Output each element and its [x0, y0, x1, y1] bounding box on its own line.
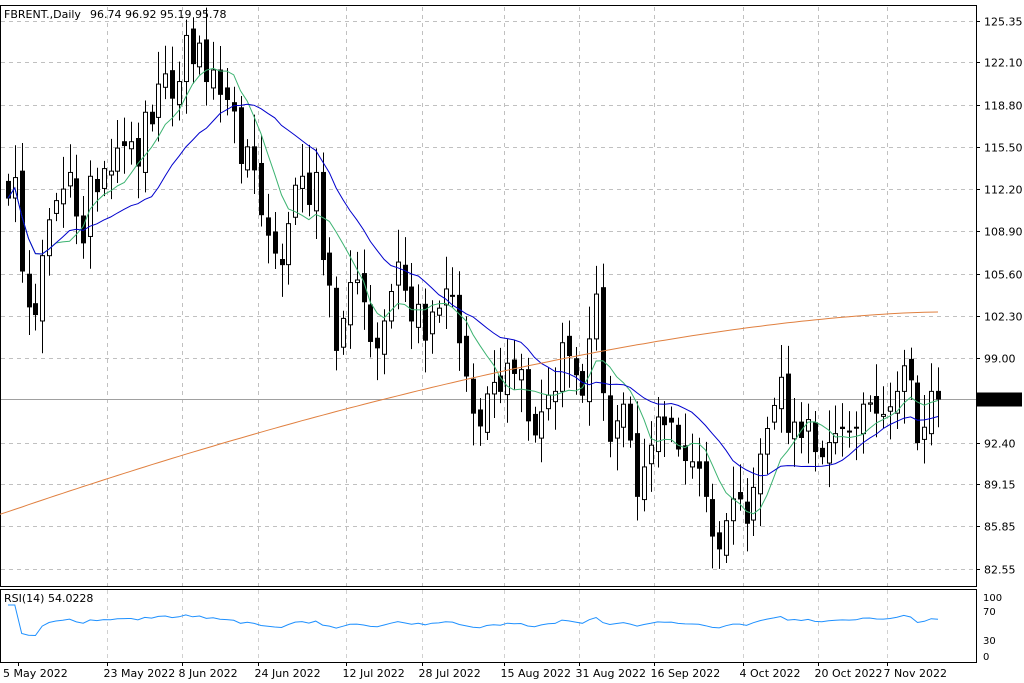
date-tick-label-3: 24 Jun 2022	[255, 667, 321, 680]
price-tick-label-7: 102.30	[984, 311, 1023, 324]
date-tick-label-4: 12 Jul 2022	[343, 667, 405, 680]
chart: 125.35 122.10 118.80 115.50 112.20 108.90 105.…	[0, 5, 1023, 680]
chart-ohlc-label: 96.74 96.92 95.19 95.78	[90, 8, 226, 21]
main-plot-frame	[0, 5, 977, 587]
rsi-tick-30: 30	[983, 636, 996, 647]
date-tick-label-5: 28 Jul 2022	[419, 667, 481, 680]
price-tick-label-11: 89.15	[984, 479, 1016, 492]
candle-70	[485, 386, 490, 441]
price-tick-label-4: 112.20	[984, 184, 1023, 197]
date-tick-label-7: 31 Aug 2022	[576, 667, 646, 680]
date-tick-label-8: 16 Sep 2022	[651, 667, 721, 680]
chart-symbol-label: FBRENT.,Daily	[4, 8, 81, 21]
rsi-tick-100: 100	[983, 593, 1002, 604]
price-axis: 125.35 122.10 118.80 115.50 112.20 108.90 105.…	[976, 16, 1023, 577]
price-tick-label-5: 108.90	[984, 226, 1023, 239]
rsi-plot-frame	[0, 589, 977, 663]
rsi-tick-0: 0	[983, 652, 989, 663]
price-tick-label-13: 82.55	[984, 564, 1016, 577]
candle-133	[915, 375, 920, 451]
date-tick-label-10: 20 Oct 2022	[815, 667, 883, 680]
rsi-tick-70: 70	[983, 607, 996, 618]
price-tick-label-1: 122.10	[984, 57, 1023, 70]
date-tick-label-2: 8 Jun 2022	[179, 667, 238, 680]
price-tick-label-12: 85.85	[984, 521, 1016, 534]
date-tick-label-6: 15 Aug 2022	[501, 667, 571, 680]
current-price-label: 95.78	[983, 394, 1015, 407]
date-tick-label-9: 4 Oct 2022	[740, 667, 801, 680]
price-tick-label-6: 105.60	[984, 269, 1023, 282]
rsi-label-text: RSI(14) 54.0228	[4, 592, 93, 605]
candle-91	[628, 396, 633, 448]
price-tick-label-10: 92.40	[984, 438, 1016, 451]
date-axis: 5 May 2022 23 May 2022 8 Jun 2022 24 Jun 20…	[3, 662, 947, 680]
date-tick-label-11: 7 Nov 2022	[884, 667, 947, 680]
candle-105	[724, 513, 729, 563]
price-tick-label-2: 118.80	[984, 100, 1023, 113]
date-tick-label-1: 23 May 2022	[104, 667, 176, 680]
price-tick-label-8: 99.00	[984, 353, 1016, 366]
price-tick-label-0: 125.35	[984, 16, 1023, 29]
date-tick-label-0: 5 May 2022	[3, 667, 68, 680]
price-tick-label-3: 115.50	[984, 142, 1023, 155]
